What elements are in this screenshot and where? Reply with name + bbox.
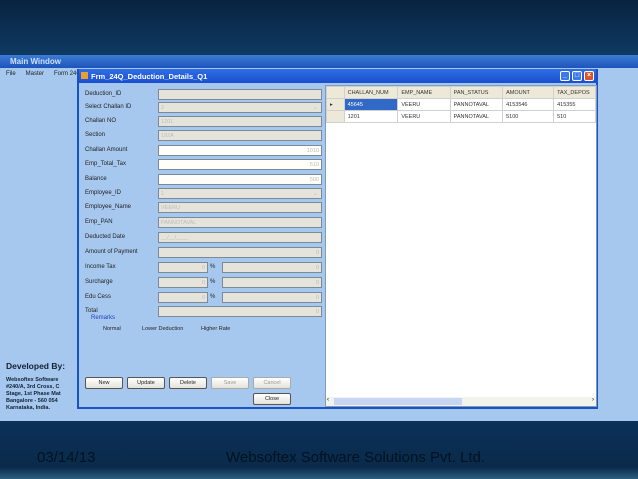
cell[interactable]: 415355: [553, 98, 596, 111]
col-emp-name[interactable]: EMP_NAME: [397, 86, 451, 99]
emp-pan-field[interactable]: PANNOTAVAL: [158, 217, 322, 228]
row-header: [326, 110, 345, 123]
dialog-titlebar: Frm_24Q_Deduction_Details_Q1 _ □ ×: [79, 69, 596, 83]
footer-company: Websoftex Software Solutions Pvt. Ltd.: [226, 449, 486, 466]
address-line: Bangalore - 560 054: [6, 398, 58, 404]
challan-no-field[interactable]: 1201: [158, 116, 322, 127]
section-field[interactable]: 192A: [158, 130, 322, 141]
scroll-right-icon[interactable]: ›: [592, 397, 594, 403]
amount-of-payment-field[interactable]: 0: [158, 247, 322, 258]
cell[interactable]: 5100: [502, 110, 555, 123]
amount-of-payment-label: Amount of Payment: [85, 249, 138, 255]
cell[interactable]: 1201: [343, 110, 399, 123]
footer-date: 03/14/13: [37, 449, 96, 466]
col-amount[interactable]: AMOUNT: [502, 86, 555, 99]
select-challan-id-field[interactable]: 2: [158, 102, 322, 113]
cell[interactable]: VEERU: [397, 98, 451, 111]
developed-by-heading: Developed By:: [6, 361, 66, 371]
surcharge-amount-field[interactable]: 0: [222, 277, 322, 288]
challan-amount-field[interactable]: 1010: [158, 145, 322, 156]
address-line: #240/A, 3rd Cross, C: [6, 384, 60, 390]
radio-lower-deduction[interactable]: Lower Deduction: [142, 326, 183, 332]
employee-id-field[interactable]: 1: [158, 188, 322, 199]
section-label: Section: [85, 132, 106, 138]
percent-sign: %: [210, 279, 216, 285]
cell[interactable]: 4153546: [502, 98, 555, 111]
edu-cess-amount-field[interactable]: 0: [222, 292, 322, 303]
challan-grid[interactable]: CHALLAN_NUM EMP_NAME PAN_STATUS AMOUNT T…: [325, 85, 597, 407]
delete-button[interactable]: Delete: [169, 377, 207, 389]
radio-normal[interactable]: Normal: [103, 326, 121, 332]
col-pan-status[interactable]: PAN_STATUS: [449, 86, 504, 99]
chevron-down-icon[interactable]: ⌄: [313, 190, 318, 197]
surcharge-percent-field[interactable]: 0: [158, 277, 208, 288]
update-button[interactable]: Update: [127, 377, 165, 389]
scroll-left-icon[interactable]: ‹: [327, 397, 329, 403]
address-line: Websoftex Software: [6, 377, 59, 383]
emp-total-tax-label: Emp_Total_Tax: [85, 161, 127, 167]
address-line: Karnataka, India.: [6, 405, 51, 411]
emp-total-tax-field[interactable]: 510: [158, 159, 322, 170]
cell[interactable]: 45645: [343, 98, 399, 111]
percent-sign: %: [210, 294, 216, 300]
cell[interactable]: PANNOTAVAL: [449, 98, 504, 111]
close-button[interactable]: Close: [253, 393, 291, 405]
address-line: Stage, 1st Phase Mat: [6, 391, 61, 397]
row-header: [326, 86, 345, 99]
emp-pan-label: Emp_PAN: [85, 219, 113, 225]
main-window-title: Main Window: [0, 55, 638, 68]
cell[interactable]: PANNOTAVAL: [449, 110, 504, 123]
chevron-down-icon[interactable]: ⌄: [313, 104, 318, 111]
table-row[interactable]: 1201 VEERU PANNOTAVAL 5100 510: [326, 110, 596, 123]
income-tax-amount-field[interactable]: 0: [222, 262, 322, 273]
close-icon[interactable]: ×: [584, 71, 594, 81]
deducted-date-field[interactable]: __/__/____: [158, 232, 322, 243]
horizontal-scrollbar[interactable]: ‹ ›: [326, 397, 596, 406]
cell[interactable]: VEERU: [397, 110, 451, 123]
radio-higher-rate[interactable]: Higher Rate: [201, 326, 230, 332]
surcharge-label: Surcharge: [85, 279, 113, 285]
menu-master[interactable]: Master: [26, 71, 44, 80]
employee-id-label: Employee_ID: [85, 190, 122, 196]
cell[interactable]: 510: [553, 110, 596, 123]
remarks-label: Remarks: [91, 315, 116, 321]
scrollbar-thumb[interactable]: [334, 398, 462, 405]
slide-footer: 03/14/13 Websoftex Software Solutions Pv…: [0, 421, 638, 479]
menu-file[interactable]: File: [6, 71, 16, 80]
select-challan-id-label: Select Challan ID: [85, 104, 132, 110]
challan-no-label: Challan NO: [85, 118, 117, 124]
deducted-date-label: Deducted Date: [85, 234, 126, 240]
income-tax-percent-field[interactable]: 0: [158, 262, 208, 273]
col-tax-deposited[interactable]: TAX_DEPOS: [553, 86, 596, 99]
dialog-title: Frm_24Q_Deduction_Details_Q1: [91, 72, 208, 81]
deduction-details-dialog: Frm_24Q_Deduction_Details_Q1 _ □ × Deduc…: [77, 69, 598, 409]
col-challan-num[interactable]: CHALLAN_NUM: [343, 86, 399, 99]
slide-header-band: [0, 0, 638, 55]
developer-address: Websoftex Software #240/A, 3rd Cross, C …: [6, 377, 77, 412]
employee-name-field[interactable]: VEERU: [158, 202, 322, 213]
deduction-id-field[interactable]: [158, 89, 322, 100]
maximize-icon[interactable]: □: [572, 71, 582, 81]
total-field[interactable]: 0: [158, 306, 322, 317]
employee-name-label: Employee_Name: [85, 204, 132, 210]
balance-field[interactable]: 500: [158, 174, 322, 185]
edu-cess-percent-field[interactable]: 0: [158, 292, 208, 303]
table-row[interactable]: ▸ 45645 VEERU PANNOTAVAL 4153546 415355: [326, 98, 596, 111]
income-tax-label: Income Tax: [85, 264, 116, 270]
minimize-icon[interactable]: _: [560, 71, 570, 81]
balance-label: Balance: [85, 176, 107, 182]
edu-cess-label: Edu Cess: [85, 294, 112, 300]
challan-amount-label: Challan Amount: [85, 147, 128, 153]
current-row-arrow-icon: ▸: [326, 98, 345, 111]
grid-header: CHALLAN_NUM EMP_NAME PAN_STATUS AMOUNT T…: [326, 86, 596, 99]
app-icon: [81, 72, 88, 79]
cancel-button[interactable]: Cancel: [253, 377, 291, 389]
save-button[interactable]: Save: [211, 377, 249, 389]
new-button[interactable]: New: [85, 377, 123, 389]
total-label: Total: [85, 308, 98, 314]
percent-sign: %: [210, 264, 216, 270]
deduction-id-label: Deduction_ID: [85, 91, 122, 97]
